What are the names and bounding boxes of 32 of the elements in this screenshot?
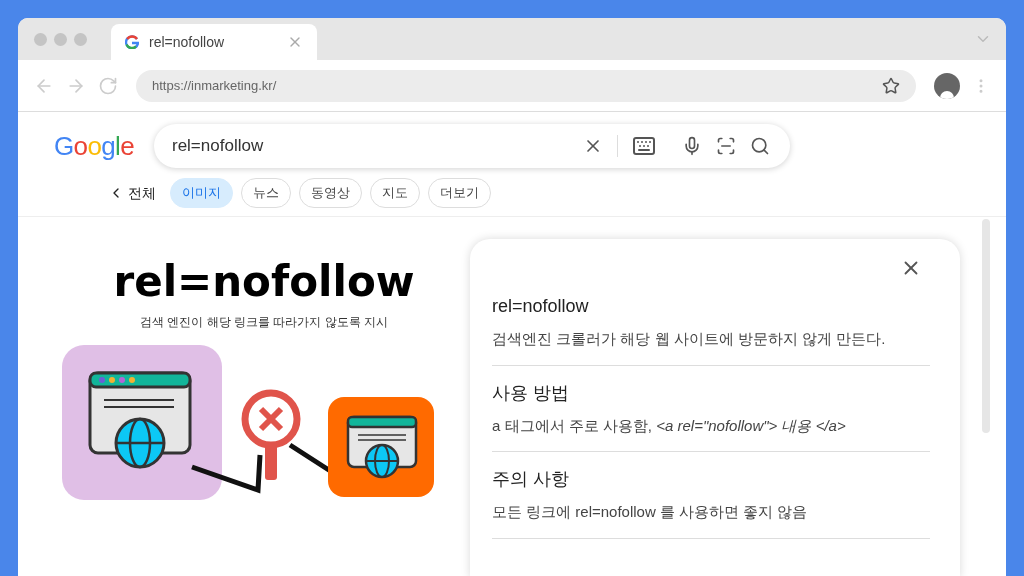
filter-chip[interactable]: 뉴스 [241,178,291,208]
profile-icon[interactable] [934,72,960,99]
all-results-back-button[interactable]: 전체 [108,182,156,204]
keyboard-icon[interactable] [631,134,656,158]
url-text: https://inmarketing.kr/ [152,76,278,95]
favicon-icon [125,35,139,49]
filter-chip[interactable]: 이미지 [170,178,233,208]
window-control-icon[interactable] [74,32,87,46]
section-text: 검색엔진 크롤러가 해당 웹 사이트에 방문하지 않게 만든다. [492,329,887,349]
image-title: rel=nofollow [113,261,415,303]
google-logo[interactable]: Google [54,126,134,166]
address-bar[interactable]: https://inmarketing.kr/ [136,69,916,102]
browser-tab[interactable]: rel=nofollow [111,24,317,60]
scrollbar[interactable] [982,219,990,433]
star-icon[interactable] [882,76,900,95]
filter-chip[interactable]: 동영상 [299,178,362,208]
search-query: rel=nofollow [171,135,265,158]
section-heading: 사용 방법 [492,381,570,405]
section-heading: 주의 사항 [492,468,570,491]
filter-chip[interactable]: 더보기 [428,178,491,208]
filter-chip[interactable]: 지도 [370,178,420,208]
section-heading: rel=nofollow [492,295,590,318]
search-icon[interactable] [749,136,770,156]
section-text: a 태그에서 주로 사용함, <a rel="nofollow"> 내용 </a> [492,415,847,436]
camera-search-icon[interactable] [715,136,736,156]
tab-title: rel=nofollow [149,32,226,52]
reload-icon[interactable] [98,75,118,96]
window-control-icon[interactable] [34,32,47,46]
search-field[interactable]: rel=nofollow [153,124,790,168]
image-subtitle: 검색 엔진이 해당 링크를 따라가지 않도록 지시 [140,314,388,331]
section-text: 모든 링크에 rel=nofollow 를 사용하면 좋지 않음 [492,502,809,522]
window-control-icon[interactable] [54,32,67,46]
